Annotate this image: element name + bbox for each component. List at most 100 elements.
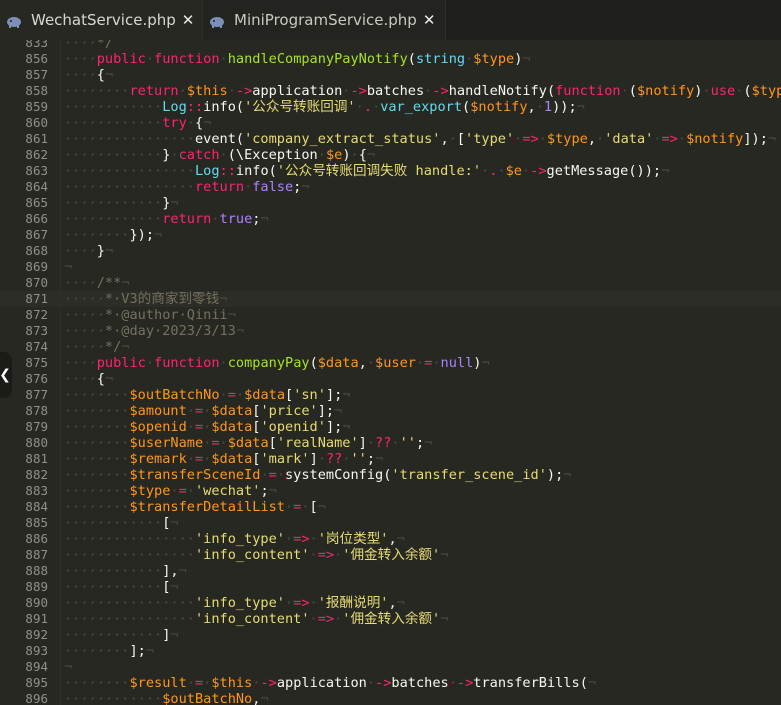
code-token: · xyxy=(317,451,326,467)
code-line[interactable]: 885 ············[¬ xyxy=(0,515,781,531)
code-line[interactable]: 869 ¬ xyxy=(0,259,781,275)
code-content: ········$openid·=·$data['openid'];¬ xyxy=(64,419,351,435)
code-token: · xyxy=(219,51,228,67)
code-token: false xyxy=(252,179,294,195)
code-line[interactable]: 873 ·····*·@day·2023/3/13¬ xyxy=(0,323,781,339)
code-token: = xyxy=(194,675,204,691)
code-line[interactable]: 872 ·····*·@author·Qinii¬ xyxy=(0,307,781,323)
code-content: ············try·{¬ xyxy=(64,115,211,131)
code-content: ········});¬ xyxy=(64,227,162,243)
code-line[interactable]: 870 ····/**¬ xyxy=(0,275,781,291)
code-line[interactable]: 876 ····{¬ xyxy=(0,371,781,387)
code-token: 'wechat' xyxy=(194,483,261,499)
code-line[interactable]: 858 ········return·$this·->application·->… xyxy=(0,83,781,99)
code-line[interactable]: 867 ········});¬ xyxy=(0,227,781,243)
code-token: · xyxy=(391,435,400,451)
code-token: · xyxy=(538,131,547,147)
code-content: ········$result·=·$this·->application·->… xyxy=(64,675,596,691)
code-content: ············[¬ xyxy=(64,579,179,595)
close-tab-icon[interactable]: ✕ xyxy=(182,11,195,29)
code-token: ···· xyxy=(64,51,97,67)
code-token: · xyxy=(145,51,155,67)
code-token: 'info_content' xyxy=(194,547,310,563)
code-token: => xyxy=(317,547,335,563)
tab-miniprogram-service[interactable]: MiniProgramService.php ✕ xyxy=(203,0,446,40)
line-number: 864 xyxy=(25,179,48,194)
code-token: ············ xyxy=(64,99,163,115)
code-token: 'mark' xyxy=(260,451,310,467)
code-line[interactable]: 887 ················'info_content'·=>·'佣金… xyxy=(0,547,781,563)
code-token: ( xyxy=(309,355,318,371)
code-line[interactable]: 893 ········];¬ xyxy=(0,643,781,659)
close-tab-icon[interactable]: ✕ xyxy=(423,11,436,29)
code-token: ················ xyxy=(64,131,195,147)
code-token: · xyxy=(284,531,294,547)
code-line[interactable]: 864 ················return·false;¬ xyxy=(0,179,781,195)
code-line[interactable]: 883 ········$type·=·'wechat';¬ xyxy=(0,483,781,499)
code-line[interactable]: 881 ········$remark·=·$data['mark']·??·''… xyxy=(0,451,781,467)
code-line[interactable]: 833 ····*/ xyxy=(0,40,781,51)
code-line[interactable]: 879 ········$openid·=·$data['openid'];¬ xyxy=(0,419,781,435)
code-token: 1 xyxy=(543,99,553,115)
code-line[interactable]: 860 ············try·{¬ xyxy=(0,115,781,131)
code-content: ¬ xyxy=(64,259,72,275)
code-token: , xyxy=(388,595,397,611)
code-token: = xyxy=(227,387,236,403)
code-line[interactable]: 862 ············}·catch·(\Exception·$e)·{… xyxy=(0,147,781,163)
code-line[interactable]: 866 ············return·true;¬ xyxy=(0,211,781,227)
code-token: 'info_content' xyxy=(194,611,310,627)
code-content: ············return·true;¬ xyxy=(64,211,269,227)
code-line[interactable]: 895 ········$result·=·$this·->application… xyxy=(0,675,781,691)
code-line[interactable]: 861 ················event('company_extrac… xyxy=(0,131,781,147)
code-editor[interactable]: 833 ····*/856 ····public·function·handleCo… xyxy=(0,40,781,705)
code-line[interactable]: 884 ········$transferDetailList·=·[¬ xyxy=(0,499,781,515)
code-token: ¬ xyxy=(170,515,179,531)
code-token: use xyxy=(710,83,736,99)
code-token: ¬ xyxy=(170,627,179,643)
code-content: ············}·catch·(\Exception·$e)·{¬ xyxy=(64,147,375,163)
code-token: try xyxy=(162,115,187,131)
code-line[interactable]: 857 ····{¬ xyxy=(0,67,781,83)
code-token: = xyxy=(211,435,220,451)
code-line[interactable]: 874 ·····*/¬ xyxy=(0,339,781,355)
code-line[interactable]: 871 ·····*·V3的商家到零钱¬ xyxy=(0,291,781,307)
code-line[interactable]: 886 ················'info_type'·=>·'岗位类型'… xyxy=(0,531,781,547)
code-line[interactable]: 880 ········$userName·=·$data['realName']… xyxy=(0,435,781,451)
code-line[interactable]: 891 ················'info_content'·=>·'佣金… xyxy=(0,611,781,627)
code-line[interactable]: 896 ············$outBatchNo,¬ xyxy=(0,691,781,705)
code-content: ················event('company_extract_s… xyxy=(64,131,776,147)
code-line[interactable]: 859 ············Log::info('公众号转账回调'·.·var… xyxy=(0,99,781,115)
code-line[interactable]: 890 ················'info_type'·=>·'报酬说明'… xyxy=(0,595,781,611)
line-number: 886 xyxy=(25,531,48,546)
code-token: -> xyxy=(235,83,253,99)
code-line[interactable]: 878 ········$amount·=·$data['price'];¬ xyxy=(0,403,781,419)
code-line[interactable]: 875 ····public·function·companyPay($data,… xyxy=(0,355,781,371)
code-line[interactable]: 882 ········$transferSceneId·=·systemConf… xyxy=(0,467,781,483)
code-line[interactable]: 856 ····public·function·handleCompanyPayN… xyxy=(0,51,781,67)
code-content: ········$transferSceneId·=·systemConfig(… xyxy=(64,467,571,483)
code-token: ¬ xyxy=(587,675,597,691)
tab-wechat-service[interactable]: WechatService.php ✕ xyxy=(0,0,203,40)
code-token: ¬ xyxy=(64,659,73,675)
code-line[interactable]: 889 ············[¬ xyxy=(0,579,781,595)
code-line[interactable]: 865 ············}¬ xyxy=(0,195,781,211)
code-line[interactable]: 877 ········$outBatchNo·=·$data['sn'];¬ xyxy=(0,387,781,403)
code-token: $this xyxy=(211,675,253,691)
code-token: => xyxy=(661,131,678,147)
code-token: 'sn' xyxy=(293,387,326,403)
sidebar-collapse-handle[interactable]: ❮ xyxy=(0,352,12,398)
code-line[interactable]: 892 ············]¬ xyxy=(0,627,781,643)
code-token: }); xyxy=(129,227,155,243)
line-number: 884 xyxy=(25,499,48,514)
code-token: ················ xyxy=(64,611,195,627)
code-token: , xyxy=(358,355,367,371)
code-line[interactable]: 863 ················Log::info('公众号转账回调失败 … xyxy=(0,163,781,179)
code-token: · xyxy=(366,355,376,371)
code-line[interactable]: 894 ¬ xyxy=(0,659,781,675)
code-token: ········ xyxy=(64,467,130,483)
code-line[interactable]: 868 ····}¬ xyxy=(0,243,781,259)
code-line[interactable]: 888 ············],¬ xyxy=(0,563,781,579)
code-token: ¬ xyxy=(342,419,351,435)
code-content: ········$amount·=·$data['price'];¬ xyxy=(64,403,342,419)
code-token: -> xyxy=(350,83,367,99)
